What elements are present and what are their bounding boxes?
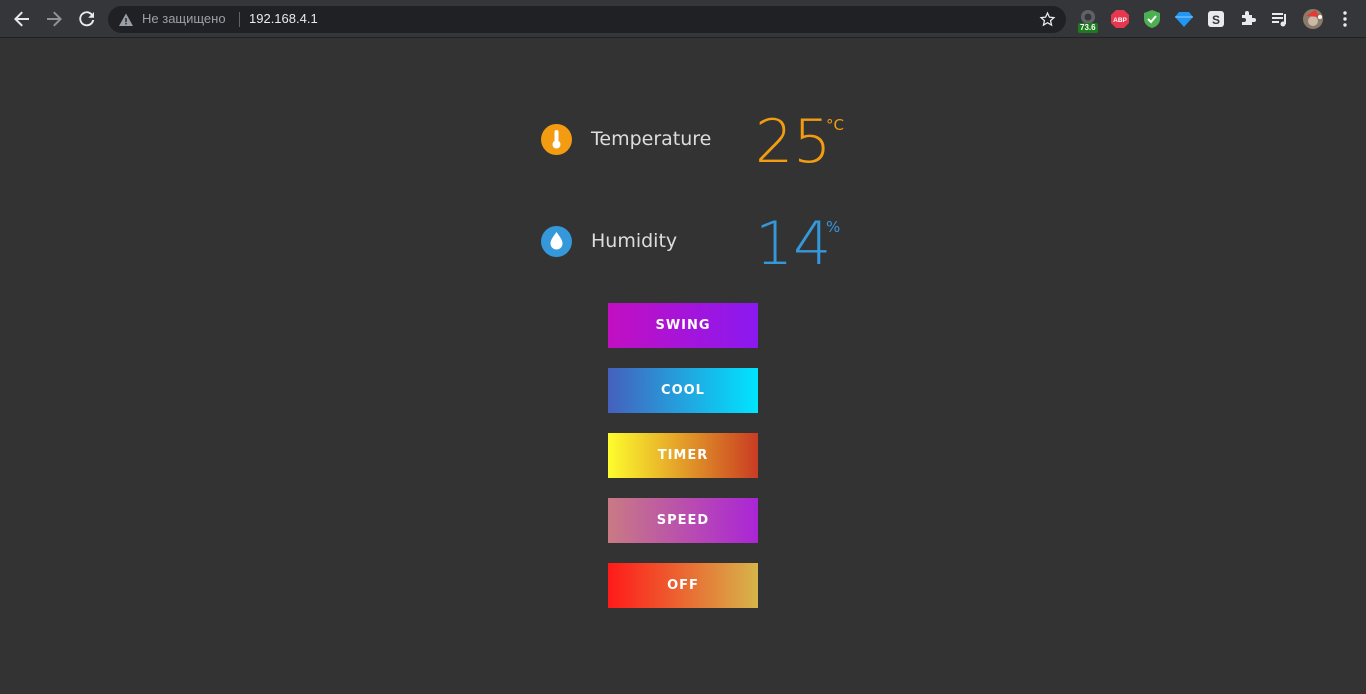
- forward-icon[interactable]: [43, 8, 65, 30]
- extension-badge: 73.6: [1078, 23, 1098, 33]
- diamond-icon[interactable]: [1174, 9, 1194, 29]
- svg-text:S: S: [1212, 13, 1220, 27]
- humidity-value: 14: [755, 209, 832, 279]
- thermometer-icon: [541, 124, 572, 155]
- timer-button[interactable]: TIMER: [608, 433, 758, 478]
- temperature-value: 25: [755, 107, 832, 177]
- s-icon[interactable]: S: [1206, 9, 1226, 29]
- shield-icon[interactable]: [1142, 9, 1162, 29]
- adblock-icon[interactable]: ABP: [1110, 9, 1130, 29]
- browser-toolbar: Не защищено 192.168.4.1 73.6 ABP S: [0, 0, 1366, 38]
- back-icon[interactable]: [11, 8, 33, 30]
- cool-button[interactable]: COOL: [608, 368, 758, 413]
- reload-icon[interactable]: [76, 8, 98, 30]
- media-icon[interactable]: [1270, 9, 1290, 29]
- address-bar[interactable]: Не защищено 192.168.4.1: [108, 6, 1066, 33]
- swing-button[interactable]: SWING: [608, 303, 758, 348]
- warning-icon[interactable]: [118, 12, 134, 28]
- temperature-label: Temperature: [591, 128, 712, 150]
- speed-button[interactable]: SPEED: [608, 498, 758, 543]
- temperature-reading: Temperature 25 °C: [541, 110, 861, 180]
- humidity-label: Humidity: [591, 230, 678, 252]
- url-text[interactable]: 192.168.4.1: [249, 11, 318, 26]
- off-button[interactable]: OFF: [608, 563, 758, 608]
- star-icon[interactable]: [1039, 11, 1056, 28]
- humidity-unit: %: [826, 218, 841, 236]
- profile-avatar[interactable]: [1302, 8, 1324, 30]
- divider: [239, 12, 240, 27]
- temperature-unit: °C: [826, 116, 844, 134]
- security-status[interactable]: Не защищено: [142, 11, 226, 26]
- water-drop-icon: [541, 226, 572, 257]
- menu-icon[interactable]: [1335, 9, 1355, 29]
- humidity-reading: Humidity 14 %: [541, 212, 861, 282]
- puzzle-icon[interactable]: [1238, 9, 1258, 29]
- svg-text:ABP: ABP: [1113, 17, 1127, 24]
